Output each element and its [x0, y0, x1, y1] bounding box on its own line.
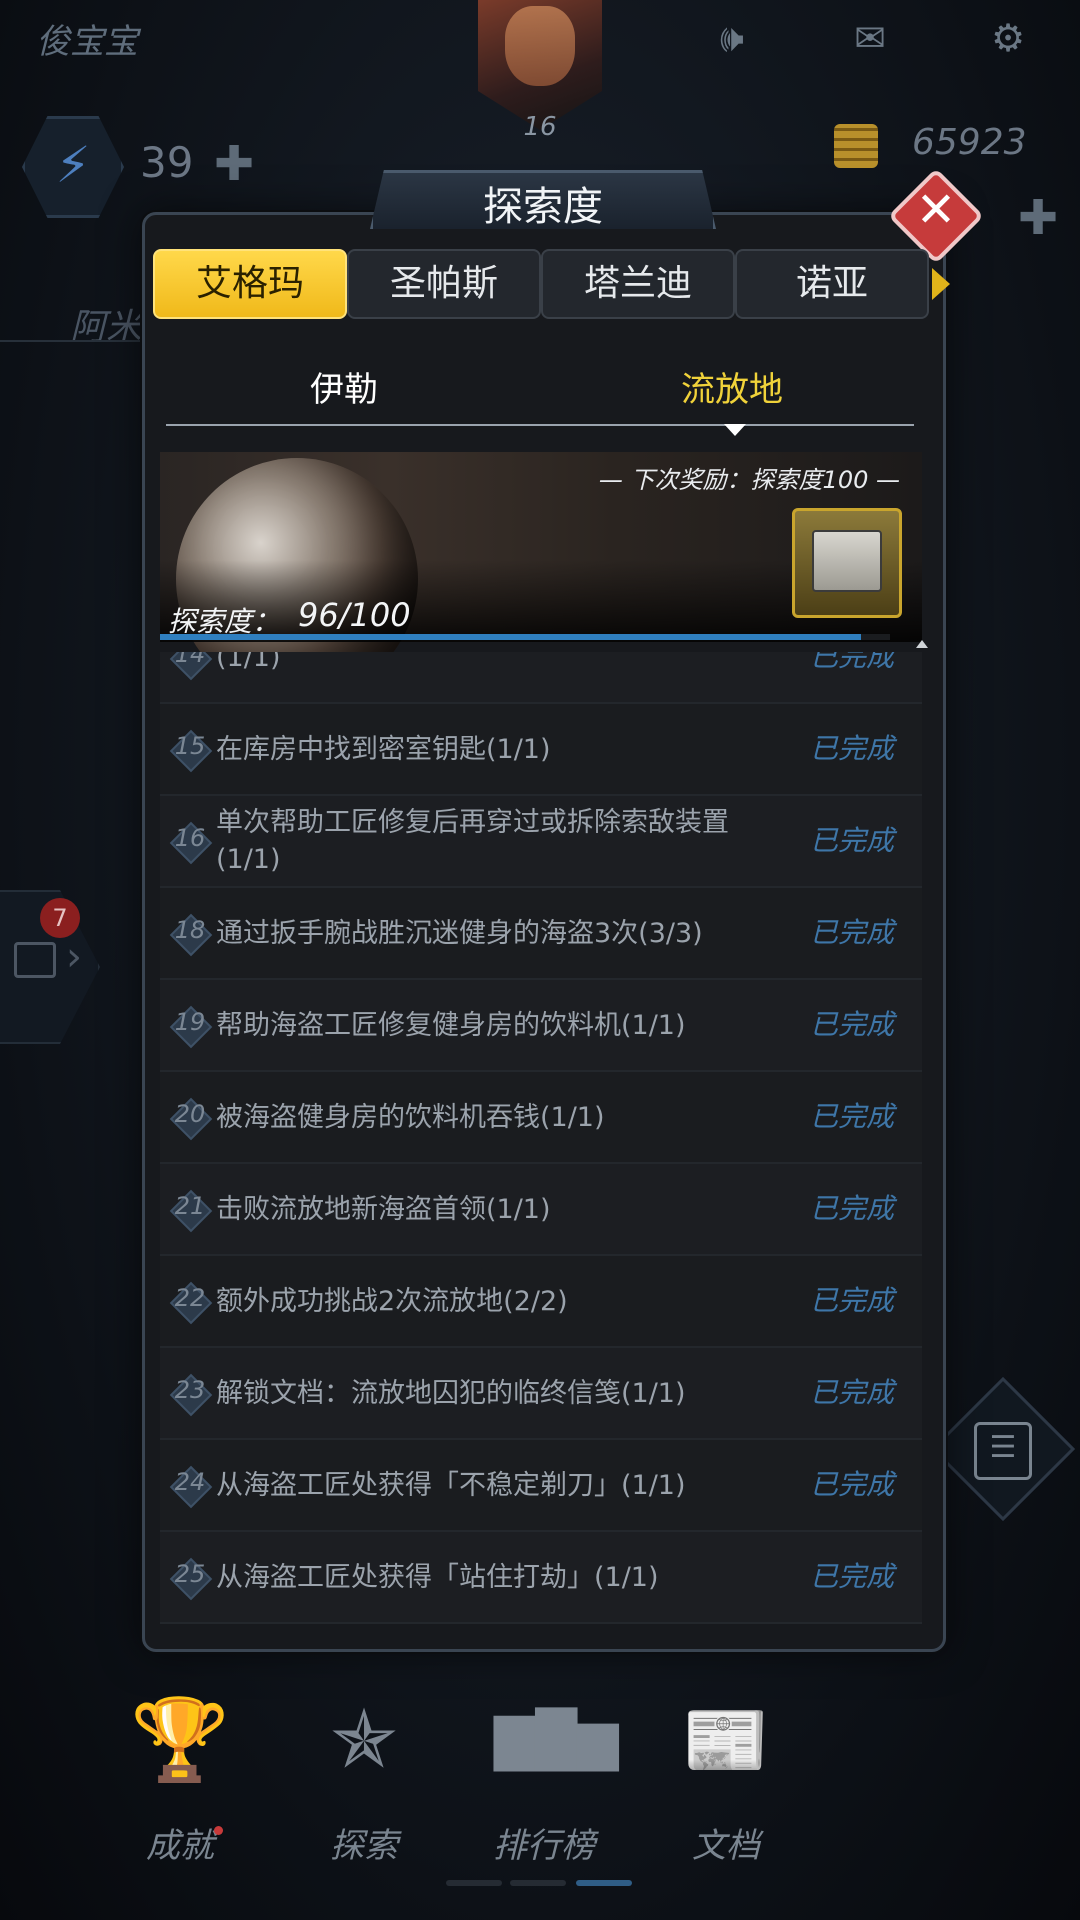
task-status: 已完成: [810, 652, 895, 673]
task-row: 25 从海盗工匠处获得「站住打劫」(1/1) 已完成: [160, 1532, 922, 1624]
chat-badge: 7: [40, 898, 80, 938]
player-name: 俊宝宝: [36, 22, 138, 62]
task-number: 15: [174, 732, 206, 760]
energy-value: 39: [140, 138, 194, 187]
task-status: 已完成: [810, 1284, 895, 1317]
side-character-name: 阿米: [70, 307, 143, 348]
task-number: 21: [174, 1192, 206, 1220]
task-description: 被海盗健身房的饮料机吞钱(1/1): [216, 1101, 605, 1133]
task-number: 24: [174, 1468, 206, 1496]
task-description: (1/1): [216, 652, 281, 673]
nav-documents[interactable]: 📰 文档: [656, 1690, 796, 1900]
tab-world-1[interactable]: 艾格玛: [153, 249, 347, 319]
task-row: 20 被海盗健身房的饮料机吞钱(1/1) 已完成: [160, 1072, 922, 1164]
subtab-divider: [166, 424, 914, 426]
nav-leaderboard[interactable]: ▇█▆ 排行榜: [474, 1690, 619, 1900]
task-description: 单次帮助工匠修复后再穿过或拆除索敌装置(1/1): [216, 807, 729, 875]
page-indicator: [510, 1880, 566, 1886]
chat-icon: [14, 942, 56, 978]
task-number: 14: [174, 652, 206, 668]
task-description: 击败流放地新海盗首领(1/1): [216, 1193, 551, 1225]
subtab-region-2[interactable]: 流放地: [552, 362, 912, 411]
subtab-region-1[interactable]: 伊勒: [164, 362, 524, 411]
add-gem-button[interactable]: ✚: [1018, 190, 1058, 246]
coin-icon: [834, 124, 878, 168]
task-number: 25: [174, 1560, 206, 1588]
podium-icon: ▇█▆: [494, 1708, 619, 1771]
nav-explore[interactable]: ✯ 探索: [294, 1690, 434, 1900]
scroll-up-indicator-icon: [916, 640, 928, 648]
compass-icon: ✯: [330, 1693, 398, 1786]
task-list[interactable]: 14 (1/1) 已完成 15 在库房中找到密室钥匙(1/1) 已完成 16 单次帮助工匠修复…: [160, 652, 922, 1628]
task-number: 22: [174, 1284, 206, 1312]
settings-icon[interactable]: ⚙: [986, 18, 1030, 58]
add-energy-button[interactable]: ✚: [214, 136, 254, 192]
announcement-icon[interactable]: 🕪: [710, 18, 754, 58]
task-status: 已完成: [810, 1100, 895, 1133]
modal-title: 探索度: [483, 184, 603, 230]
task-description: 从海盗工匠处获得「站住打劫」(1/1): [216, 1561, 659, 1593]
task-status: 已完成: [810, 1560, 895, 1593]
task-description: 解锁文档：流放地囚犯的临终信笺(1/1): [216, 1377, 686, 1409]
task-row: 19 帮助海盗工匠修复健身房的饮料机(1/1) 已完成: [160, 980, 922, 1072]
task-number: 16: [174, 824, 206, 852]
page-indicator-active: [576, 1880, 632, 1886]
task-status: 已完成: [810, 824, 895, 857]
close-icon[interactable]: ✕: [902, 176, 970, 244]
tab-world-4[interactable]: 诺亚: [735, 249, 929, 319]
task-description: 通过扳手腕战胜沉迷健身的海盗3次(3/3): [216, 917, 703, 949]
task-description: 额外成功挑战2次流放地(2/2): [216, 1285, 568, 1317]
explore-progress-fill: [160, 634, 861, 640]
task-row: 23 解锁文档：流放地囚犯的临终信笺(1/1) 已完成: [160, 1348, 922, 1440]
page-indicator: [446, 1880, 502, 1886]
nav-label: 成就: [146, 1826, 214, 1866]
task-status: 已完成: [810, 1008, 895, 1041]
task-row: 22 额外成功挑战2次流放地(2/2) 已完成: [160, 1256, 922, 1348]
active-subtab-marker: [724, 424, 746, 436]
tab-world-3[interactable]: 塔兰迪: [541, 249, 735, 319]
task-number: 18: [174, 916, 206, 944]
task-row: 24 从海盗工匠处获得「不稳定剃刀」(1/1) 已完成: [160, 1440, 922, 1532]
reward-chest-body: [812, 530, 882, 592]
task-number: 19: [174, 1008, 206, 1036]
task-status: 已完成: [810, 1376, 895, 1409]
task-row: 21 击败流放地新海盗首领(1/1) 已完成: [160, 1164, 922, 1256]
next-tabs-arrow-icon[interactable]: [932, 268, 950, 300]
explore-value: 96/100: [298, 596, 411, 634]
task-row: 14 (1/1) 已完成: [160, 652, 922, 704]
task-status: 已完成: [810, 916, 895, 949]
mail-icon[interactable]: ✉: [848, 18, 892, 58]
task-description: 在库房中找到密室钥匙(1/1): [216, 733, 551, 765]
trophy-icon: 🏆: [130, 1693, 230, 1786]
notification-dot: [214, 1826, 223, 1835]
nav-label: 文档: [692, 1826, 760, 1866]
task-number: 23: [174, 1376, 206, 1404]
task-description: 从海盗工匠处获得「不稳定剃刀」(1/1): [216, 1469, 686, 1501]
coin-value: 65923: [912, 122, 1027, 163]
task-status: 已完成: [810, 732, 895, 765]
energy-icon: ⚡: [22, 116, 124, 218]
divider: [0, 340, 150, 342]
document-icon: 📰: [682, 1699, 770, 1781]
chevron-right-icon: ›: [66, 934, 82, 980]
task-status: 已完成: [810, 1192, 895, 1225]
task-description: 帮助海盗工匠修复健身房的饮料机(1/1): [216, 1009, 686, 1041]
task-row: 15 在库房中找到密室钥匙(1/1) 已完成: [160, 704, 922, 796]
player-level: 16: [523, 112, 557, 142]
tab-world-2[interactable]: 圣帕斯: [347, 249, 541, 319]
nav-label: 探索: [330, 1826, 398, 1866]
avatar-portrait: [505, 6, 575, 86]
task-status: 已完成: [810, 1468, 895, 1501]
next-reward-label: — 下次奖励：探索度100 —: [598, 466, 900, 494]
checklist-icon: ☰: [974, 1422, 1032, 1480]
task-row: 16 单次帮助工匠修复后再穿过或拆除索敌装置(1/1) 已完成: [160, 796, 922, 888]
nav-label: 排行榜: [493, 1826, 595, 1866]
nav-achievements[interactable]: 🏆 成就: [110, 1690, 250, 1900]
task-number: 20: [174, 1100, 206, 1128]
task-row: 18 通过扳手腕战胜沉迷健身的海盗3次(3/3) 已完成: [160, 888, 922, 980]
